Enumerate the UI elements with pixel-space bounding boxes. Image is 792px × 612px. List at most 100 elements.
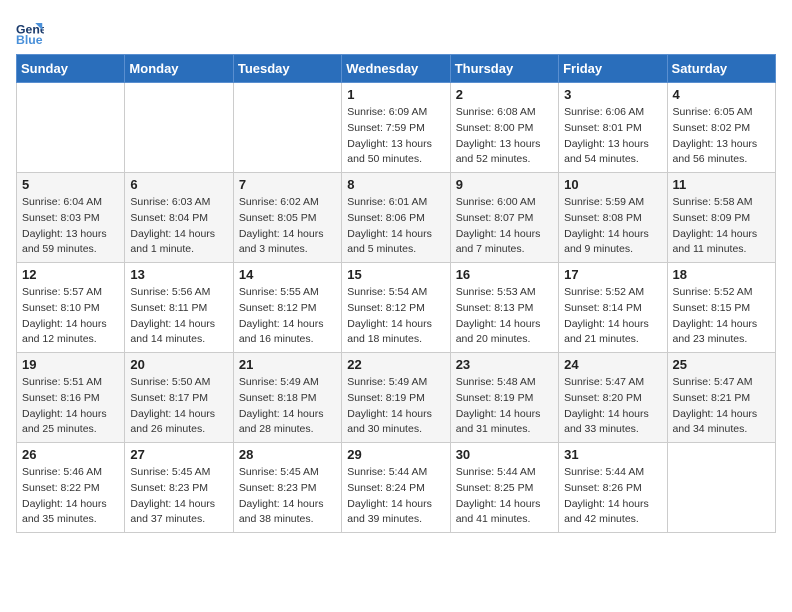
day-info: Sunrise: 5:46 AMSunset: 8:22 PMDaylight:… (22, 465, 119, 528)
calendar-cell: 10 Sunrise: 5:59 AMSunset: 8:08 PMDayligh… (559, 173, 667, 263)
day-number: 23 (456, 357, 553, 372)
day-info: Sunrise: 6:00 AMSunset: 8:07 PMDaylight:… (456, 195, 553, 258)
day-info: Sunrise: 6:03 AMSunset: 8:04 PMDaylight:… (130, 195, 227, 258)
day-number: 30 (456, 447, 553, 462)
day-number: 17 (564, 267, 661, 282)
day-number: 20 (130, 357, 227, 372)
day-info: Sunrise: 6:04 AMSunset: 8:03 PMDaylight:… (22, 195, 119, 258)
day-info: Sunrise: 6:02 AMSunset: 8:05 PMDaylight:… (239, 195, 336, 258)
calendar-cell: 7Sunrise: 6:02 AMSunset: 8:05 PMDaylight… (233, 173, 341, 263)
calendar-cell: 29Sunrise: 5:44 AMSunset: 8:24 PMDayligh… (342, 443, 450, 533)
calendar-week-row: 19 Sunrise: 5:51 AMSunset: 8:16 PMDayligh… (17, 353, 776, 443)
day-info: Sunrise: 6:06 AMSunset: 8:01 PMDaylight:… (564, 105, 661, 168)
calendar-cell: 27 Sunrise: 5:45 AMSunset: 8:23 PMDayligh… (125, 443, 233, 533)
day-info: Sunrise: 5:51 AMSunset: 8:16 PMDaylight:… (22, 375, 119, 438)
calendar-cell: 15Sunrise: 5:54 AMSunset: 8:12 PMDayligh… (342, 263, 450, 353)
day-of-week-header: Thursday (450, 55, 558, 83)
calendar-header-row: SundayMondayTuesdayWednesdayThursdayFrid… (17, 55, 776, 83)
calendar-cell: 20 Sunrise: 5:50 AMSunset: 8:17 PMDayligh… (125, 353, 233, 443)
calendar-cell: 14 Sunrise: 5:55 AMSunset: 8:12 PMDayligh… (233, 263, 341, 353)
logo-icon: General Blue (16, 16, 44, 44)
day-info: Sunrise: 5:53 AMSunset: 8:13 PMDaylight:… (456, 285, 553, 348)
day-info: Sunrise: 5:49 AMSunset: 8:19 PMDaylight:… (347, 375, 444, 438)
day-number: 25 (673, 357, 770, 372)
day-number: 3 (564, 87, 661, 102)
day-number: 16 (456, 267, 553, 282)
calendar-cell: 22 Sunrise: 5:49 AMSunset: 8:19 PMDayligh… (342, 353, 450, 443)
calendar-cell: 23 Sunrise: 5:48 AMSunset: 8:19 PMDayligh… (450, 353, 558, 443)
calendar-cell: 17Sunrise: 5:52 AMSunset: 8:14 PMDayligh… (559, 263, 667, 353)
day-info: Sunrise: 5:45 AMSunset: 8:23 PMDaylight:… (130, 465, 227, 528)
day-info: Sunrise: 5:52 AMSunset: 8:15 PMDaylight:… (673, 285, 770, 348)
calendar-week-row: 12 Sunrise: 5:57 AMSunset: 8:10 PMDayligh… (17, 263, 776, 353)
calendar-cell: 26 Sunrise: 5:46 AMSunset: 8:22 PMDayligh… (17, 443, 125, 533)
day-of-week-header: Sunday (17, 55, 125, 83)
day-number: 11 (673, 177, 770, 192)
day-info: Sunrise: 5:55 AMSunset: 8:12 PMDaylight:… (239, 285, 336, 348)
calendar-cell: 31 Sunrise: 5:44 AMSunset: 8:26 PMDayligh… (559, 443, 667, 533)
day-number: 31 (564, 447, 661, 462)
calendar-cell (125, 83, 233, 173)
calendar-cell: 1 Sunrise: 6:09 AMSunset: 7:59 PMDaylight… (342, 83, 450, 173)
calendar-cell (233, 83, 341, 173)
day-info: Sunrise: 5:47 AMSunset: 8:21 PMDaylight:… (673, 375, 770, 438)
calendar-cell: 24 Sunrise: 5:47 AMSunset: 8:20 PMDayligh… (559, 353, 667, 443)
day-info: Sunrise: 6:08 AMSunset: 8:00 PMDaylight:… (456, 105, 553, 168)
day-info: Sunrise: 5:58 AMSunset: 8:09 PMDaylight:… (673, 195, 770, 258)
calendar-cell: 30 Sunrise: 5:44 AMSunset: 8:25 PMDayligh… (450, 443, 558, 533)
day-info: Sunrise: 5:56 AMSunset: 8:11 PMDaylight:… (130, 285, 227, 348)
calendar-cell: 16 Sunrise: 5:53 AMSunset: 8:13 PMDayligh… (450, 263, 558, 353)
day-number: 9 (456, 177, 553, 192)
day-number: 1 (347, 87, 444, 102)
day-number: 27 (130, 447, 227, 462)
day-number: 13 (130, 267, 227, 282)
day-info: Sunrise: 5:44 AMSunset: 8:26 PMDaylight:… (564, 465, 661, 528)
day-of-week-header: Saturday (667, 55, 775, 83)
day-info: Sunrise: 5:57 AMSunset: 8:10 PMDaylight:… (22, 285, 119, 348)
day-number: 4 (673, 87, 770, 102)
day-of-week-header: Wednesday (342, 55, 450, 83)
day-info: Sunrise: 5:50 AMSunset: 8:17 PMDaylight:… (130, 375, 227, 438)
day-of-week-header: Friday (559, 55, 667, 83)
day-number: 18 (673, 267, 770, 282)
calendar-cell: 6 Sunrise: 6:03 AMSunset: 8:04 PMDaylight… (125, 173, 233, 263)
day-number: 6 (130, 177, 227, 192)
day-info: Sunrise: 5:48 AMSunset: 8:19 PMDaylight:… (456, 375, 553, 438)
day-number: 26 (22, 447, 119, 462)
calendar-cell: 19 Sunrise: 5:51 AMSunset: 8:16 PMDayligh… (17, 353, 125, 443)
calendar-cell: 28Sunrise: 5:45 AMSunset: 8:23 PMDayligh… (233, 443, 341, 533)
calendar-cell: 21 Sunrise: 5:49 AMSunset: 8:18 PMDayligh… (233, 353, 341, 443)
day-of-week-header: Monday (125, 55, 233, 83)
calendar-cell: 4 Sunrise: 6:05 AMSunset: 8:02 PMDaylight… (667, 83, 775, 173)
svg-text:Blue: Blue (16, 33, 43, 44)
calendar-cell: 9 Sunrise: 6:00 AMSunset: 8:07 PMDaylight… (450, 173, 558, 263)
calendar-cell: 2Sunrise: 6:08 AMSunset: 8:00 PMDaylight… (450, 83, 558, 173)
calendar-cell: 11 Sunrise: 5:58 AMSunset: 8:09 PMDayligh… (667, 173, 775, 263)
day-number: 21 (239, 357, 336, 372)
day-info: Sunrise: 5:59 AMSunset: 8:08 PMDaylight:… (564, 195, 661, 258)
calendar-table: SundayMondayTuesdayWednesdayThursdayFrid… (16, 54, 776, 533)
day-info: Sunrise: 5:47 AMSunset: 8:20 PMDaylight:… (564, 375, 661, 438)
day-number: 15 (347, 267, 444, 282)
calendar-cell: 13 Sunrise: 5:56 AMSunset: 8:11 PMDayligh… (125, 263, 233, 353)
day-number: 12 (22, 267, 119, 282)
day-of-week-header: Tuesday (233, 55, 341, 83)
day-number: 10 (564, 177, 661, 192)
day-number: 22 (347, 357, 444, 372)
day-number: 5 (22, 177, 119, 192)
calendar-week-row: 1 Sunrise: 6:09 AMSunset: 7:59 PMDaylight… (17, 83, 776, 173)
page-header: General Blue (16, 16, 776, 44)
day-number: 24 (564, 357, 661, 372)
day-info: Sunrise: 5:44 AMSunset: 8:25 PMDaylight:… (456, 465, 553, 528)
day-info: Sunrise: 5:44 AMSunset: 8:24 PMDaylight:… (347, 465, 444, 528)
calendar-cell: 5 Sunrise: 6:04 AMSunset: 8:03 PMDaylight… (17, 173, 125, 263)
calendar-week-row: 5 Sunrise: 6:04 AMSunset: 8:03 PMDaylight… (17, 173, 776, 263)
day-number: 14 (239, 267, 336, 282)
day-info: Sunrise: 6:09 AMSunset: 7:59 PMDaylight:… (347, 105, 444, 168)
day-info: Sunrise: 6:05 AMSunset: 8:02 PMDaylight:… (673, 105, 770, 168)
calendar-cell: 8Sunrise: 6:01 AMSunset: 8:06 PMDaylight… (342, 173, 450, 263)
calendar-cell: 25 Sunrise: 5:47 AMSunset: 8:21 PMDayligh… (667, 353, 775, 443)
day-number: 19 (22, 357, 119, 372)
day-info: Sunrise: 5:49 AMSunset: 8:18 PMDaylight:… (239, 375, 336, 438)
day-info: Sunrise: 5:45 AMSunset: 8:23 PMDaylight:… (239, 465, 336, 528)
